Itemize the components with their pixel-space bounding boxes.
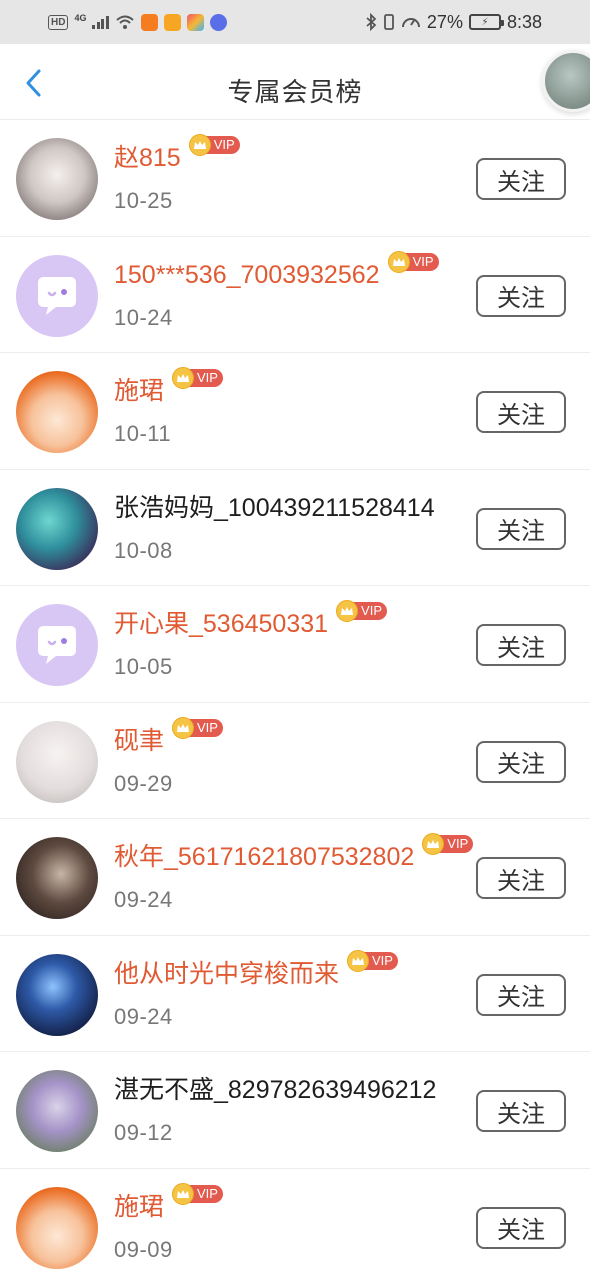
member-date: 09-24 [114,1003,173,1029]
page-header: 专属会员榜 [0,44,590,120]
member-name[interactable]: 湛无不盛_829782639496212 [114,1074,436,1106]
vip-badge: VIP [422,833,474,855]
page-title: 专属会员榜 [227,77,363,107]
vip-badge: VIP [336,600,388,622]
avatar[interactable] [16,371,98,453]
vip-badge: VIP [172,716,223,739]
vibrate-icon [384,14,394,30]
member-name-line: 开心果_536450331 VIP [114,600,388,640]
status-bar-left: HD 4G [48,13,227,31]
vip-badge: VIP [347,949,398,972]
follow-button[interactable]: 关注 [476,740,566,783]
member-name[interactable]: 张浩妈妈_100439211528414 [114,492,435,524]
member-name-line: 秋年_56171621807532802 VIP [114,833,474,873]
member-row[interactable]: 张浩妈妈_100439211528414 10-08 关注 [0,470,590,586]
battery-percent: 27% [426,11,463,32]
member-date: 10-11 [114,421,172,446]
member-row[interactable]: 砚聿 VIP 09-29 关注 [0,703,590,819]
member-date: 10-08 [114,537,173,563]
member-name[interactable]: 砚聿 [114,725,164,757]
member-name[interactable]: 150***536_7003932562 [114,259,380,291]
avatar[interactable] [16,953,98,1036]
photo-app-icon [186,13,204,31]
member-name[interactable]: 秋年_56171621807532802 [114,841,414,873]
follow-button[interactable]: 关注 [476,1090,566,1132]
member-row[interactable]: 湛无不盛_829782639496212 09-12 关注 [0,1052,590,1169]
member-row[interactable]: 他从时光中穿梭而来 VIP 09-24 关注 [0,936,590,1052]
chat-bubble-icon [38,276,76,315]
follow-button[interactable]: 关注 [476,624,566,666]
crown-icon [172,367,195,389]
crown-icon [347,949,370,972]
wifi-icon [116,15,134,29]
member-date: 10-24 [114,304,173,330]
avatar[interactable] [16,1070,98,1152]
member-date: 09-29 [114,770,173,796]
avatar[interactable] [16,254,98,337]
member-row[interactable]: 开心果_536450331 VIP 10-05 关注 [0,586,590,703]
member-date: 09-09 [114,1236,173,1262]
avatar[interactable] [16,720,98,803]
avatar[interactable] [16,604,98,686]
status-bar-right: 27% ⚡ 8:38 [365,12,542,33]
hd-badge: HD [48,14,69,30]
signal-icon [92,15,109,29]
member-name-line: 他从时光中穿梭而来 VIP [114,949,398,990]
follow-button[interactable]: 关注 [476,1206,566,1249]
member-list: 赵815 VIP 10-25 关注 150***536_7003932562 VIP 10-… [0,120,590,1280]
battery-icon: ⚡ [468,14,504,30]
member-name-line: 砚聿 VIP [114,716,223,757]
member-name[interactable]: 施珺 [114,375,164,407]
vip-badge: VIP [172,367,223,389]
member-date: 09-12 [114,1120,173,1145]
member-name-line: 150***536_7003932562 VIP [114,250,439,291]
crown-icon [172,1182,195,1205]
follow-button[interactable]: 关注 [476,857,566,899]
bluetooth-icon [366,13,377,31]
crown-icon [172,716,195,739]
crown-icon [188,134,211,156]
chat-bubble-icon [38,626,76,664]
music-app-icon [209,13,227,31]
network-type: 4G [74,13,87,23]
member-row[interactable]: 秋年_56171621807532802 VIP 09-24 关注 [0,819,590,936]
member-name[interactable]: 赵815 [114,142,181,174]
member-name[interactable]: 他从时光中穿梭而来 [114,958,339,990]
avatar[interactable] [16,1186,98,1269]
status-bar: HD 4G 27% ⚡ 8:38 [0,0,590,44]
avatar[interactable] [16,837,98,919]
follow-button[interactable]: 关注 [476,274,566,317]
follow-button[interactable]: 关注 [476,391,566,433]
member-name[interactable]: 开心果_536450331 [114,608,328,640]
member-name-line: 湛无不盛_829782639496212 [114,1074,436,1106]
clock: 8:38 [506,11,542,32]
vip-badge: VIP [172,1182,223,1205]
member-row[interactable]: 赵815 VIP 10-25 关注 [0,120,590,237]
video-app-icon [140,13,158,31]
member-row[interactable]: 施珺 VIP 09-09 关注 [0,1169,590,1280]
vip-badge: VIP [188,134,240,156]
crown-icon [387,250,410,273]
member-name[interactable]: 施珺 [114,1191,164,1223]
bilibili-app-icon [163,13,181,31]
member-name-line: 施珺 VIP [114,1182,223,1223]
follow-button[interactable]: 关注 [476,507,566,550]
member-date: 10-05 [114,654,173,679]
member-date: 10-25 [114,188,173,213]
member-name-line: 张浩妈妈_100439211528414 [114,492,435,524]
avatar[interactable] [16,487,98,570]
speed-icon [401,18,420,28]
follow-button[interactable]: 关注 [476,158,566,200]
member-name-line: 赵815 VIP [114,134,240,174]
vip-badge: VIP [387,250,439,273]
member-row[interactable]: 施珺 VIP 10-11 关注 [0,353,590,470]
avatar[interactable] [16,138,98,220]
member-date: 09-24 [114,887,173,912]
crown-icon [336,600,359,622]
follow-button[interactable]: 关注 [476,973,566,1016]
member-row[interactable]: 150***536_7003932562 VIP 10-24 关注 [0,237,590,353]
member-name-line: 施珺 VIP [114,367,223,407]
